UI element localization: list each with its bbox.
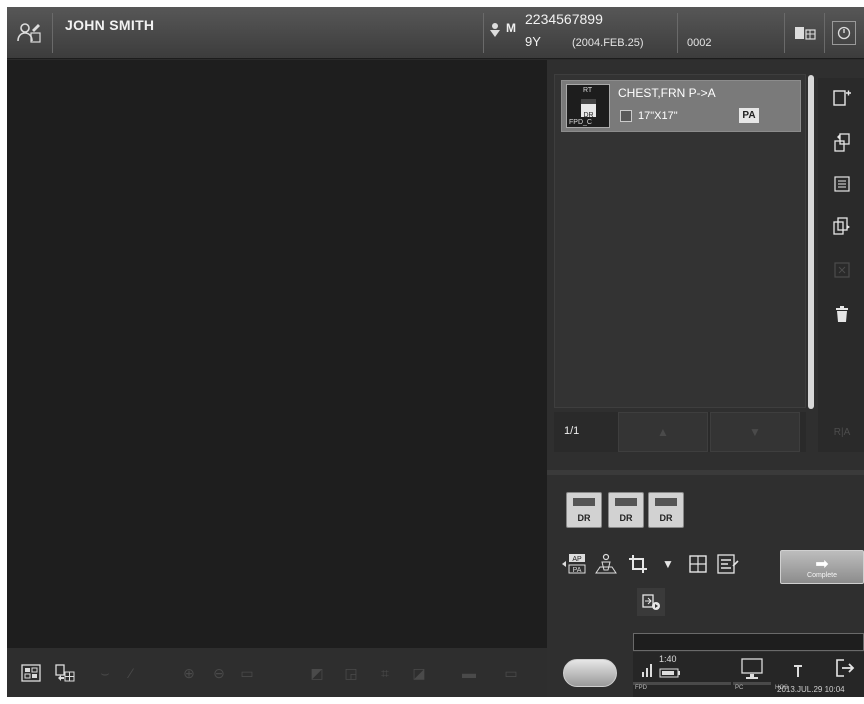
- image-viewer[interactable]: [7, 60, 547, 648]
- crop-icon: ⌗: [381, 664, 389, 681]
- expose-ready-button[interactable]: [563, 659, 617, 687]
- swap-image-icon[interactable]: [51, 660, 79, 686]
- patient-sex: M: [506, 21, 516, 35]
- window-level-icon: ◩: [310, 664, 324, 681]
- transfer-icon[interactable]: [637, 588, 665, 616]
- header-divider: [784, 13, 785, 53]
- patient-id: 2234567899: [525, 11, 603, 27]
- image-toolbar: ⌣ ⁄ ⊕ ⊖ ▭ ◩ ◲ ⌗ ◪ ▬ ▭: [7, 648, 547, 697]
- pc-status: PC: [733, 652, 773, 697]
- detector-button[interactable]: DR: [566, 492, 602, 528]
- pa-label: PA: [573, 567, 582, 574]
- ap-pa-toggle[interactable]: AP PA: [559, 549, 589, 579]
- edit-patient-icon[interactable]: [15, 19, 43, 45]
- view-badge: PA: [739, 108, 759, 123]
- system-datetime: 2013.JUL.29 10:04: [777, 685, 845, 694]
- exam-list-scrollbar[interactable]: [808, 75, 814, 409]
- fpd-value: 1:40: [659, 654, 677, 664]
- zoom-out-icon: ⊖: [213, 664, 225, 681]
- exam-thumbnail: RT DR FPD_C: [566, 84, 610, 128]
- app-window: JOHN SMITH M 2234567899 9Y (2004.FEB.25)…: [7, 7, 864, 697]
- network-icon: [793, 664, 803, 681]
- status-bar: 1:40 FPD PC HOS 2013.JUL.29 10:04: [633, 652, 864, 697]
- battery-icon: [659, 665, 681, 681]
- fpd-status: 1:40 FPD: [633, 652, 733, 697]
- accession-number: 0002: [687, 37, 712, 49]
- detector-label: DR: [577, 513, 591, 523]
- add-exam-icon[interactable]: [828, 84, 856, 112]
- exam-size: 17"X17": [638, 110, 678, 122]
- exam-item[interactable]: RT DR FPD_C CHEST,FRN P->A 17"X17" PA: [561, 80, 801, 132]
- patient-name: JOHN SMITH: [65, 17, 155, 33]
- message-field: [633, 633, 864, 651]
- header-divider: [824, 13, 825, 53]
- exam-list: RT DR FPD_C CHEST,FRN P->A 17"X17" PA: [554, 74, 806, 408]
- dropdown-arrow-icon[interactable]: ▼: [653, 549, 683, 579]
- page-down-button: ▼: [710, 412, 800, 452]
- monitor-icon: [741, 658, 763, 683]
- header-divider: [52, 13, 53, 53]
- header-divider: [483, 13, 484, 53]
- mask-icon: ▬: [462, 665, 476, 681]
- power-icon[interactable]: [832, 21, 856, 45]
- delete-exam-icon[interactable]: [828, 300, 856, 328]
- detector-label: DR: [619, 513, 633, 523]
- exam-panel: RT DR FPD_C CHEST,FRN P->A 17"X17" PA 1/…: [547, 60, 864, 697]
- pc-label: PC: [735, 685, 744, 691]
- thumb-detector: FPD_C: [569, 119, 592, 126]
- signal-icon: [641, 662, 655, 681]
- sort-exam-icon[interactable]: [828, 170, 856, 198]
- adjust-tool-icon[interactable]: [713, 549, 743, 579]
- sex-icon: [487, 21, 503, 39]
- patient-position-icon[interactable]: [591, 549, 621, 579]
- marker-icon: ◪: [412, 664, 426, 681]
- page-up-button: ▲: [618, 412, 708, 452]
- flip-icon: ⌣: [100, 664, 110, 681]
- layout-icon[interactable]: [17, 660, 45, 686]
- arrow-right-icon: ➡: [815, 556, 829, 573]
- move-exam-icon[interactable]: [828, 128, 856, 156]
- crop-tool-icon[interactable]: [623, 549, 653, 579]
- fit-icon: ▭: [240, 664, 254, 681]
- annotate-icon: ◲: [344, 664, 358, 681]
- patient-header: JOHN SMITH M 2234567899 9Y (2004.FEB.25)…: [7, 7, 864, 59]
- page-number: 1/1: [564, 425, 580, 437]
- complete-label: Complete: [807, 572, 837, 579]
- exam-name: CHEST,FRN P->A: [618, 86, 716, 100]
- detector-button[interactable]: DR: [648, 492, 684, 528]
- patient-age: 9Y: [525, 34, 541, 49]
- reject-icon: R|A: [833, 426, 851, 438]
- complete-button[interactable]: ➡ Complete: [780, 550, 864, 584]
- curve-icon: ⁄: [129, 665, 133, 681]
- logout-icon[interactable]: [835, 658, 855, 681]
- exam-pager: 1/1 ▲ ▼: [554, 412, 806, 452]
- zoom-in-icon: ⊕: [183, 664, 195, 681]
- grid-tool-icon[interactable]: [683, 549, 713, 579]
- detector-button[interactable]: DR: [608, 492, 644, 528]
- patient-birth-date: (2004.FEB.25): [572, 37, 644, 49]
- exam-side-tools: R|A: [818, 78, 864, 452]
- cassette-size-icon: [620, 110, 632, 122]
- reset-icon: ▭: [504, 664, 518, 681]
- header-divider: [677, 13, 678, 53]
- study-list-icon[interactable]: [792, 21, 818, 45]
- detector-label: DR: [659, 513, 673, 523]
- copy-exam-icon[interactable]: [828, 212, 856, 240]
- panel-divider: [547, 470, 864, 475]
- thumb-position: RT: [583, 87, 593, 94]
- ap-label: AP: [572, 556, 582, 563]
- fpd-label: FPD: [635, 685, 647, 691]
- detector-icon: DR: [581, 99, 596, 119]
- cancel-exam-icon: [828, 256, 856, 284]
